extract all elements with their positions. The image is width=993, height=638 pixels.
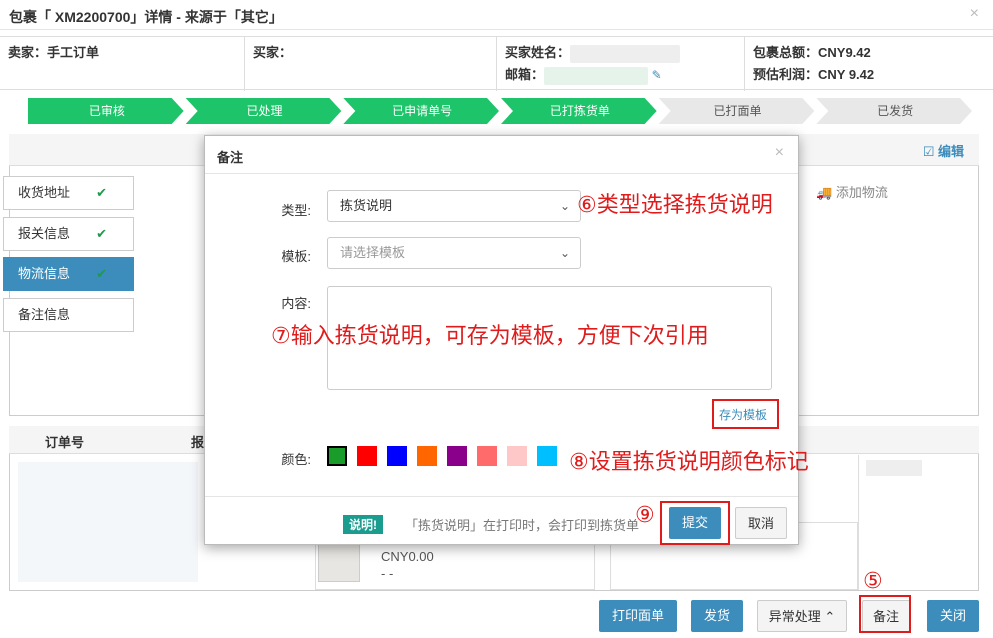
email-redacted <box>544 66 649 85</box>
annotation-6: ⑥类型选择拣货说明 <box>577 192 773 217</box>
edit-link[interactable]: ☑ 编辑 <box>923 141 964 160</box>
color-label: 颜色: <box>281 452 311 467</box>
add-logistics-label: 添加物流 <box>835 185 888 200</box>
side-tab-label: 备注信息 <box>18 307 71 322</box>
email-label: 邮箱： <box>505 67 545 82</box>
buyer-text: 买家： <box>253 45 293 60</box>
modal-header: 备注 × <box>205 136 798 174</box>
exception-button[interactable]: 异常处理 ⌃ <box>757 600 847 632</box>
cancel-button[interactable]: 取消 <box>735 507 787 539</box>
package-info-row: 卖家：手工订单 买家： 买家姓名： 邮箱： ✎ 包裹总额：CNY9.42 预估利… <box>0 36 993 91</box>
template-label: 模板: <box>281 249 311 264</box>
tip-text: 「拣货说明」在打印时，会打印到拣货单 <box>405 518 640 533</box>
ship-button[interactable]: 发货 <box>691 600 743 632</box>
item-dash: - - <box>381 566 394 581</box>
color-swatch-2[interactable] <box>387 446 407 466</box>
buyer-name-label: 买家姓名： <box>505 45 571 60</box>
truck-icon: 🚚 <box>816 185 833 200</box>
step-label-2: 已申请单号 <box>392 104 452 118</box>
annotation-7: ⑦输入拣货说明，可存为模板，方便下次引用 <box>271 323 709 348</box>
close-button[interactable]: 关闭 <box>927 600 979 632</box>
modal-close-icon[interactable]: × <box>775 144 784 162</box>
col-order-no: 订单号 <box>45 435 85 450</box>
template-placeholder: 请选择模板 <box>340 245 406 260</box>
step-label-0: 已审核 <box>89 103 125 118</box>
check-icon: ✔ <box>96 266 107 281</box>
check-icon: ✔ <box>96 185 107 200</box>
type-label: 类型: <box>281 203 311 218</box>
side-tab-1[interactable]: 报关信息 ✔ <box>3 217 134 251</box>
side-tab-3[interactable]: 备注信息 <box>3 298 134 332</box>
step-label-4: 已打面单 <box>713 104 761 118</box>
color-swatch-7[interactable] <box>537 446 557 466</box>
step-label-1: 已处理 <box>246 104 282 118</box>
modal-title: 备注 <box>217 150 244 165</box>
item-price: CNY0.00 <box>381 549 434 564</box>
progress-steps: 已审核 已处理 已申请单号 已打拣货单 已打面单 已发货 <box>28 98 972 124</box>
add-logistics-link[interactable]: 🚚 添加物流 <box>816 182 888 201</box>
side-tab-2[interactable]: 物流信息 ✔ <box>3 257 134 291</box>
col-2: 报 <box>191 435 205 450</box>
annotation-9: ⑨ <box>635 502 655 527</box>
color-swatch-0[interactable] <box>327 446 347 466</box>
highlight-save-template <box>712 399 779 429</box>
type-select[interactable]: 拣货说明 ⌄ <box>327 190 581 222</box>
content-label: 内容: <box>281 296 311 311</box>
step-label-5: 已发货 <box>877 103 913 118</box>
amount-cell: 包裹总额：CNY9.42 预估利润：CNY 9.42 <box>745 37 993 91</box>
highlight-submit <box>660 501 730 545</box>
edit-icon: ☑ <box>922 144 935 159</box>
template-select[interactable]: 请选择模板 ⌄ <box>327 237 581 269</box>
window-title-bar: 包裹「 XM2200700」详情 - 来源于「其它」 × <box>0 0 993 30</box>
color-swatch-4[interactable] <box>447 446 467 466</box>
tip-badge: 说明! <box>343 515 383 534</box>
buyer-contact-cell: 买家姓名： 邮箱： ✎ <box>497 37 745 91</box>
edit-label: 编辑 <box>937 144 964 159</box>
annotation-5: ⑤ <box>863 568 883 593</box>
side-tab-label: 收货地址 <box>18 185 71 200</box>
color-swatch-5[interactable] <box>477 446 497 466</box>
order-redacted <box>18 462 198 582</box>
type-value: 拣货说明 <box>340 198 393 213</box>
exception-label: 异常处理 <box>768 609 821 624</box>
color-swatch-1[interactable] <box>357 446 377 466</box>
seller-text: 卖家：手工订单 <box>8 45 100 60</box>
buyer-name-redacted <box>570 44 681 63</box>
modal-footer: 说明! 「拣货说明」在打印时，会打印到拣货单 提交 取消 <box>205 496 798 545</box>
side-tab-label: 物流信息 <box>18 266 71 281</box>
print-label-button[interactable]: 打印面单 <box>599 600 677 632</box>
order-extra-redacted <box>866 460 922 476</box>
chevron-down-icon: ⌄ <box>559 199 570 213</box>
step-label-3: 已打拣货单 <box>550 103 610 118</box>
side-tab-label: 报关信息 <box>18 226 71 241</box>
buyer-cell: 买家： <box>245 37 497 91</box>
chevron-up-icon: ⌃ <box>824 609 836 624</box>
seller-cell: 卖家：手工订单 <box>0 37 245 91</box>
close-icon[interactable]: × <box>970 5 979 23</box>
color-swatch-3[interactable] <box>417 446 437 466</box>
check-icon: ✔ <box>96 226 107 241</box>
side-tab-0[interactable]: 收货地址 ✔ <box>3 176 134 210</box>
edit-email-icon[interactable]: ✎ <box>652 68 662 82</box>
window-title: 包裹「 XM2200700」详情 - 来源于「其它」 <box>9 9 283 25</box>
color-swatch-6[interactable] <box>507 446 527 466</box>
highlight-note-button <box>859 595 911 633</box>
annotation-8: ⑧设置拣货说明颜色标记 <box>569 449 809 474</box>
chevron-down-icon: ⌄ <box>559 246 570 260</box>
estimated-profit: 预估利润：CNY 9.42 <box>753 67 875 82</box>
total-amount: 包裹总额：CNY9.42 <box>753 45 871 60</box>
